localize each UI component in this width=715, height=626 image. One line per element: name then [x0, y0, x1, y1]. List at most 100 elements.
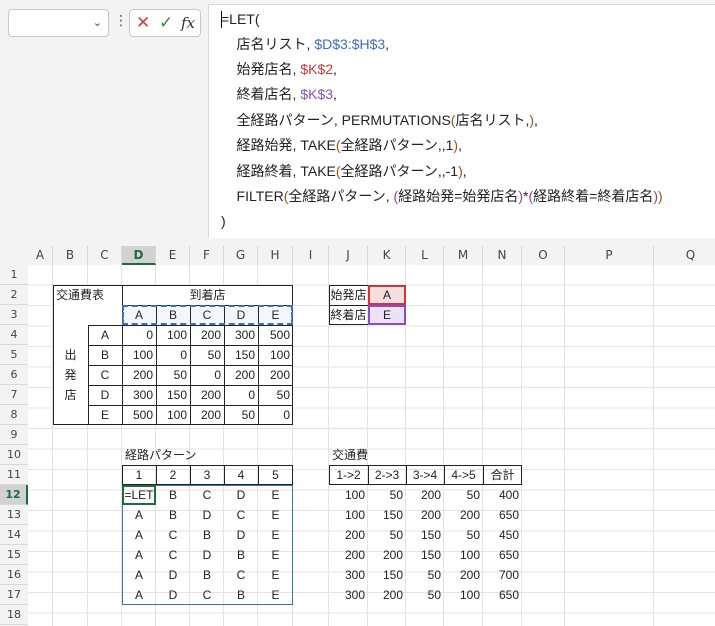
route-cell[interactable]: A	[122, 545, 156, 565]
column-header-p[interactable]: P	[565, 246, 654, 265]
cost-cell[interactable]: 50	[156, 365, 190, 385]
cost-cell[interactable]: 0	[258, 405, 293, 425]
cost-cell[interactable]: 0	[156, 345, 190, 365]
row-header-7[interactable]: 7	[0, 385, 28, 405]
column-header-q[interactable]: Q	[654, 246, 715, 265]
cost-value[interactable]: 200	[368, 585, 406, 605]
cost-value[interactable]: 150	[368, 565, 406, 585]
route-cell[interactable]: E	[258, 545, 293, 565]
route-cell[interactable]: D	[224, 525, 258, 545]
column-header-o[interactable]: O	[522, 246, 565, 265]
cost-value[interactable]: 50	[444, 485, 483, 505]
route-cell[interactable]: D	[156, 565, 190, 585]
route-cell[interactable]: B	[224, 585, 258, 605]
column-header-m[interactable]: M	[444, 246, 483, 265]
route-cell[interactable]: B	[190, 565, 224, 585]
cost-cell[interactable]: 200	[190, 325, 224, 345]
chevron-down-icon[interactable]: ⌄	[93, 16, 102, 29]
from-store-c[interactable]: C	[88, 365, 122, 385]
row-header-11[interactable]: 11	[0, 465, 28, 485]
column-header-k[interactable]: K	[368, 246, 406, 265]
column-header-b[interactable]: B	[53, 246, 88, 265]
cost-cell[interactable]: 100	[156, 405, 190, 425]
cost-cell[interactable]: 100	[156, 325, 190, 345]
cost-cell[interactable]: 100	[258, 345, 293, 365]
cost-value[interactable]: 200	[329, 545, 368, 565]
cost-header[interactable]: 3->4	[406, 465, 444, 485]
cost-cell[interactable]: 300	[224, 325, 258, 345]
cost-value[interactable]: 50	[406, 585, 444, 605]
cost-value[interactable]: 150	[406, 545, 444, 565]
route-cell[interactable]: C	[156, 545, 190, 565]
route-cell[interactable]: D	[156, 585, 190, 605]
row-header-4[interactable]: 4	[0, 325, 28, 345]
route-cell[interactable]: C	[224, 565, 258, 585]
cost-value[interactable]: 200	[444, 505, 483, 525]
to-store-d[interactable]: D	[224, 305, 258, 325]
cost-value[interactable]: 300	[329, 565, 368, 585]
from-store-d[interactable]: D	[88, 385, 122, 405]
row-header-3[interactable]: 3	[0, 305, 28, 325]
route-cell[interactable]: A	[122, 505, 156, 525]
cost-value[interactable]: 50	[406, 565, 444, 585]
from-store-e[interactable]: E	[88, 405, 122, 425]
route-header[interactable]: 2	[156, 465, 190, 485]
cost-cell[interactable]: 0	[122, 325, 156, 345]
cost-cell[interactable]: 50	[190, 345, 224, 365]
cost-value[interactable]: 100	[444, 545, 483, 565]
cost-value[interactable]: 200	[406, 485, 444, 505]
name-box[interactable]: ⌄	[8, 9, 109, 37]
cost-header[interactable]: 2->3	[368, 465, 406, 485]
route-cell[interactable]: B	[156, 505, 190, 525]
cost-cell[interactable]: 150	[156, 385, 190, 405]
route-cell[interactable]: B	[224, 545, 258, 565]
cost-cell[interactable]: 150	[224, 345, 258, 365]
from-store-b[interactable]: B	[88, 345, 122, 365]
cost-value[interactable]: 150	[368, 505, 406, 525]
cost-cell[interactable]: 500	[122, 405, 156, 425]
row-header-12[interactable]: 12	[0, 485, 28, 505]
cost-value[interactable]: 650	[483, 585, 522, 605]
formula-input[interactable]: =LET( 店名リスト, $D$3:$H$3, 始発店名, $K$2, 終着店名…	[208, 4, 715, 238]
route-header[interactable]: 3	[190, 465, 224, 485]
row-header-16[interactable]: 16	[0, 565, 28, 585]
cost-value[interactable]: 50	[368, 525, 406, 545]
enter-icon[interactable]: ✓	[159, 13, 173, 33]
insert-function-icon[interactable]: fx	[181, 13, 195, 33]
row-header-10[interactable]: 10	[0, 445, 28, 465]
to-store-header[interactable]: 到着店	[122, 285, 293, 305]
row-header-15[interactable]: 15	[0, 545, 28, 565]
select-all-corner[interactable]	[0, 243, 28, 265]
cancel-icon[interactable]: ✕	[136, 13, 150, 33]
column-header-a[interactable]: A	[28, 246, 53, 265]
to-store-e[interactable]: E	[258, 305, 293, 325]
costs-title[interactable]: 交通費	[329, 445, 368, 465]
row-header-18[interactable]: 18	[0, 605, 28, 625]
to-store-b[interactable]: B	[156, 305, 190, 325]
cost-value[interactable]: 100	[329, 485, 368, 505]
row-header-6[interactable]: 6	[0, 365, 28, 385]
row-header-1[interactable]: 1	[0, 265, 28, 285]
cost-cell[interactable]: 200	[258, 365, 293, 385]
route-header[interactable]: 1	[122, 465, 156, 485]
row-header-5[interactable]: 5	[0, 345, 28, 365]
cost-cell[interactable]: 100	[122, 345, 156, 365]
cost-header[interactable]: 1->2	[329, 465, 368, 485]
route-cell[interactable]: =LET	[122, 485, 156, 505]
cost-value[interactable]: 50	[444, 525, 483, 545]
start-store-label[interactable]: 始発店	[329, 285, 368, 305]
route-cell[interactable]: D	[224, 485, 258, 505]
end-store-value[interactable]: E	[368, 305, 406, 325]
from-store-a[interactable]: A	[88, 325, 122, 345]
cost-value[interactable]: 200	[406, 505, 444, 525]
start-store-value[interactable]: A	[368, 285, 406, 305]
route-cell[interactable]: A	[122, 585, 156, 605]
route-cell[interactable]: E	[258, 485, 293, 505]
cost-value[interactable]: 450	[483, 525, 522, 545]
route-cell[interactable]: E	[258, 585, 293, 605]
column-header-f[interactable]: F	[190, 246, 224, 265]
cost-cell[interactable]: 500	[258, 325, 293, 345]
column-header-j[interactable]: J	[329, 246, 368, 265]
cost-value[interactable]: 200	[444, 565, 483, 585]
cost-cell[interactable]: 200	[224, 365, 258, 385]
